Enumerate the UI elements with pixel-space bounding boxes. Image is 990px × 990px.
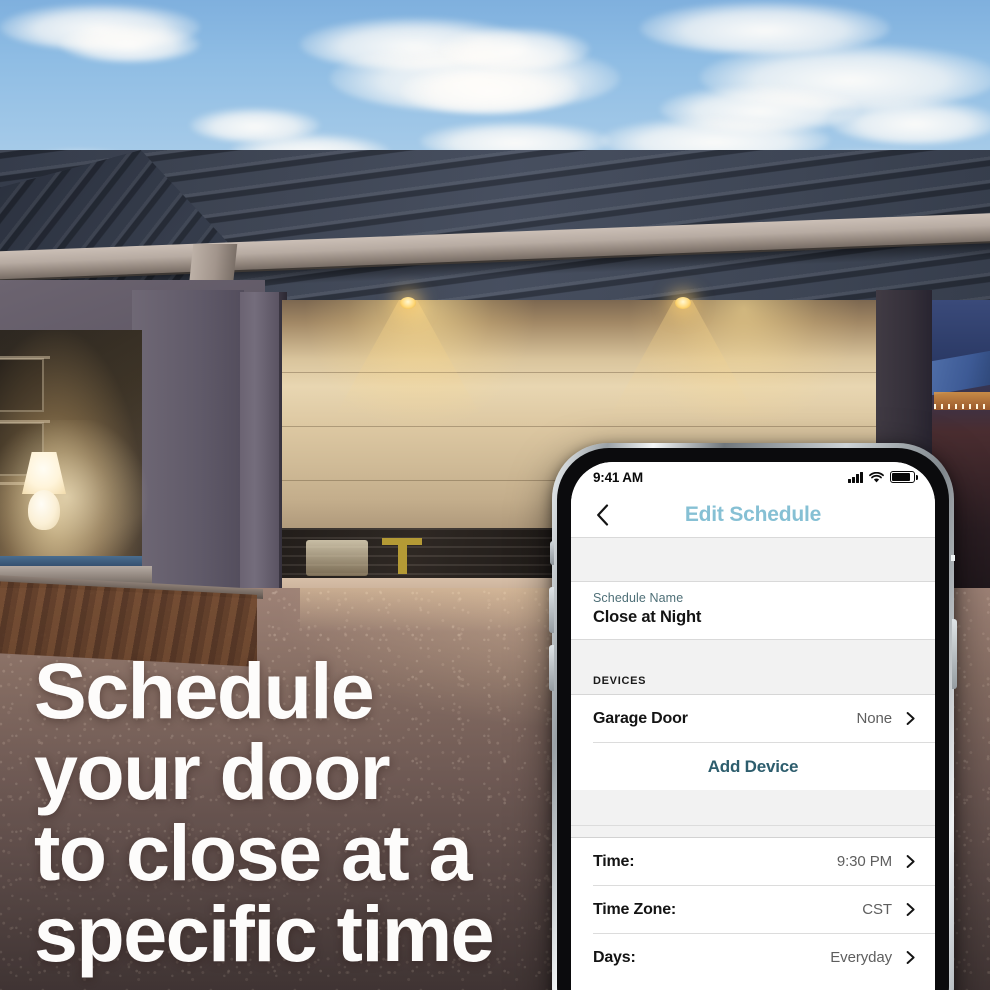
chevron-right-icon bbox=[906, 712, 915, 725]
antenna-band bbox=[951, 555, 955, 561]
headline-line-2: your door bbox=[34, 727, 391, 816]
schedule-name-label: Schedule Name bbox=[593, 591, 684, 605]
schedule-settings-card: Time: 9:30 PM Time Zone: CST Days: Every… bbox=[571, 838, 935, 981]
list-gap bbox=[571, 790, 935, 826]
eave-downlight-icon bbox=[400, 297, 416, 309]
app-navigation-bar: Edit Schedule bbox=[571, 492, 935, 538]
window-sill bbox=[0, 556, 142, 566]
table-row[interactable]: Time Zone: CST bbox=[571, 886, 935, 933]
neighbour-string-lights bbox=[934, 404, 990, 409]
timezone-row-value: CST bbox=[862, 901, 892, 918]
cloud-icon bbox=[830, 100, 990, 144]
promo-headline: Schedule your door to close at a specifi… bbox=[34, 650, 574, 974]
headline-line-1: Schedule bbox=[34, 646, 375, 735]
chevron-right-icon bbox=[906, 951, 915, 964]
table-row[interactable]: Days: Everyday bbox=[571, 934, 935, 981]
page-title: Edit Schedule bbox=[684, 502, 822, 526]
time-row-value: 9:30 PM bbox=[836, 853, 892, 870]
cloud-icon bbox=[400, 66, 580, 114]
add-device-button[interactable]: Add Device bbox=[571, 743, 935, 790]
list-gap bbox=[571, 640, 935, 662]
days-row-label: Days: bbox=[593, 948, 636, 966]
chevron-right-icon bbox=[906, 855, 915, 868]
chevron-left-icon bbox=[596, 503, 608, 526]
headline-line-4: specific time bbox=[34, 889, 495, 978]
status-bar-clock: 9:41 AM bbox=[593, 469, 643, 485]
phone-body: 9:41 AM Edit Schedule Schedule Name Clos… bbox=[557, 448, 949, 990]
table-row[interactable]: Garage Door None bbox=[571, 695, 935, 742]
promo-graphic: Schedule your door to close at a specifi… bbox=[0, 0, 990, 990]
eave-downlight-icon bbox=[675, 297, 691, 309]
phone-mockup: 9:41 AM Edit Schedule Schedule Name Clos… bbox=[549, 443, 957, 990]
device-row-value: None bbox=[856, 710, 893, 727]
timezone-row-label: Time Zone: bbox=[593, 900, 677, 918]
cloud-icon bbox=[440, 28, 590, 70]
devices-card: Garage Door None Add Device bbox=[571, 695, 935, 790]
silent-switch-button[interactable] bbox=[550, 541, 554, 565]
status-bar: 9:41 AM bbox=[571, 462, 935, 492]
chevron-right-icon bbox=[906, 903, 915, 916]
wifi-icon bbox=[869, 471, 884, 483]
schedule-name-cell[interactable]: Schedule Name Close at Night bbox=[571, 582, 935, 640]
list-gap bbox=[571, 538, 935, 582]
days-row-value: Everyday bbox=[830, 949, 892, 966]
schedule-name-value: Close at Night bbox=[593, 608, 702, 626]
time-row-label: Time: bbox=[593, 852, 635, 870]
volume-down-button[interactable] bbox=[549, 645, 554, 691]
table-row[interactable]: Time: 9:30 PM bbox=[571, 838, 935, 885]
devices-section-header: DEVICES bbox=[571, 662, 935, 695]
power-button[interactable] bbox=[952, 619, 957, 689]
headline-line-3: to close at a bbox=[34, 808, 473, 897]
status-bar-indicators bbox=[848, 471, 918, 483]
cloud-icon bbox=[60, 26, 200, 62]
battery-icon bbox=[890, 471, 918, 483]
back-button[interactable] bbox=[589, 502, 615, 528]
device-row-label: Garage Door bbox=[593, 709, 688, 727]
table-lamp-base bbox=[28, 490, 60, 530]
volume-up-button[interactable] bbox=[549, 587, 554, 633]
list-gap bbox=[571, 826, 935, 838]
cellular-signal-icon bbox=[848, 471, 863, 483]
phone-screen: 9:41 AM Edit Schedule Schedule Name Clos… bbox=[571, 462, 935, 990]
garage-pillar bbox=[240, 292, 282, 637]
